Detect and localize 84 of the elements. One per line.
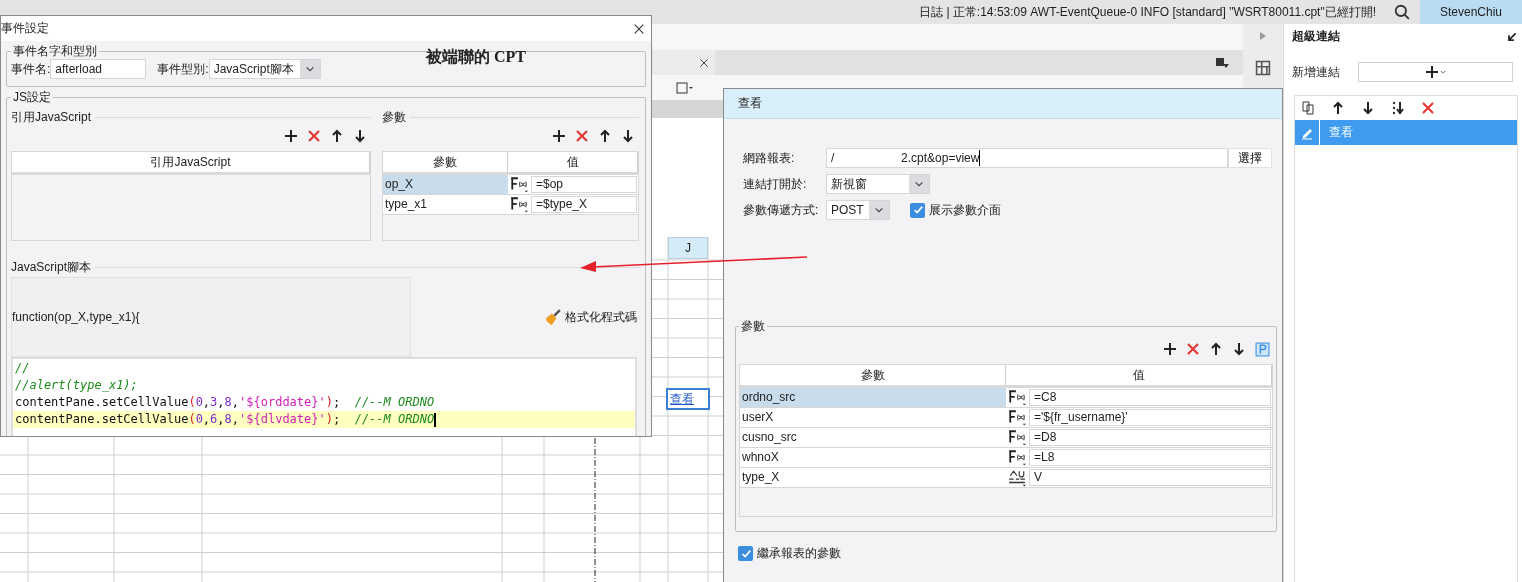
name-field[interactable]: afterload: [50, 59, 147, 79]
panel-title: 超級連結: [1292, 29, 1340, 44]
close-icon[interactable]: [699, 57, 709, 68]
parameter-value[interactable]: =$type_X: [531, 196, 637, 213]
checkbox[interactable]: [738, 546, 753, 561]
text-cursor: [434, 412, 437, 427]
group-title: 事件名字和型別: [12, 45, 98, 57]
parameter-value[interactable]: =C8: [1029, 389, 1271, 406]
type-select[interactable]: JavaScript腳本: [208, 59, 321, 79]
column-header: 參數: [433, 154, 457, 170]
move-up-icon[interactable]: [1331, 101, 1345, 115]
column-header: 值: [566, 154, 579, 170]
move-down-icon[interactable]: [621, 129, 635, 143]
add-icon[interactable]: [1163, 342, 1177, 356]
parameter-value[interactable]: ='${fr_username}': [1029, 409, 1271, 426]
add-icon: [1424, 65, 1439, 79]
column-header: 值: [1132, 367, 1145, 383]
code-editor[interactable]: // //alert(type_x1); contentPane.setCellValue(0,3,8,'${orddate}'); //--M ORDNO contentPane.setCellValue(0,6,8,'${dlvdate}'); //--M ORDNO: [11, 357, 637, 436]
choose-button[interactable]: 選擇: [1228, 148, 1272, 168]
text-cursor: [979, 150, 981, 166]
field-label: 連結打開於:: [743, 176, 808, 192]
check-icon: [911, 204, 924, 216]
dialog-title: 查看: [738, 96, 762, 111]
method-select[interactable]: POST: [826, 200, 890, 220]
move-down-icon[interactable]: [1232, 342, 1246, 356]
add-icon[interactable]: [284, 129, 298, 143]
move-up-icon[interactable]: [330, 129, 344, 143]
checkbox-label[interactable]: 展示參數介面: [929, 202, 1001, 218]
column-header: 引用JavaScript: [150, 154, 231, 170]
group-title: JS設定: [12, 91, 52, 103]
column-header[interactable]: J: [668, 237, 708, 259]
field-label: 事件名:: [11, 61, 51, 77]
border-icon[interactable]: [674, 80, 696, 95]
formula-icon[interactable]: [1008, 449, 1026, 467]
parameter-value[interactable]: =D8: [1029, 429, 1271, 446]
add-link-label: 新增連結: [1292, 64, 1340, 80]
formula-icon[interactable]: [510, 196, 528, 214]
delete-icon[interactable]: [307, 129, 321, 143]
formula-icon[interactable]: [510, 176, 528, 194]
formula-icon[interactable]: [1008, 409, 1026, 427]
formula-icon[interactable]: [1008, 389, 1026, 407]
parameter-name[interactable]: ordno_src: [740, 388, 1006, 407]
formula-icon[interactable]: [1008, 429, 1026, 447]
move-bottom-icon[interactable]: [1391, 101, 1405, 115]
field-label: 事件型別:: [157, 61, 209, 77]
broom-icon: [545, 309, 561, 325]
parameter-name[interactable]: op_X: [383, 175, 508, 194]
delete-icon[interactable]: [1186, 342, 1200, 356]
add-icon[interactable]: [552, 129, 566, 143]
user-name[interactable]: StevenChiu: [1420, 0, 1522, 24]
parameter-icon[interactable]: [1255, 341, 1270, 357]
dialog-title: 事件設定: [1, 21, 49, 36]
parameter-value[interactable]: V: [1029, 469, 1271, 486]
section-title: JavaScript腳本: [11, 259, 92, 275]
delete-icon[interactable]: [1421, 101, 1435, 115]
log-message: 日誌 | 正常:14:53:09 AWT-EventQueue-0 INFO [standard] "WSRT80011.cpt"已經打開!: [919, 4, 1376, 20]
parameter-value[interactable]: =L8: [1029, 449, 1271, 466]
search-icon[interactable]: [1394, 4, 1410, 20]
column-header: 參數: [860, 367, 885, 383]
section-title: 參數: [382, 109, 406, 125]
close-icon[interactable]: [633, 22, 645, 35]
open-select[interactable]: 新視窗: [826, 174, 930, 194]
move-down-icon[interactable]: [353, 129, 367, 143]
format-button[interactable]: 格式化程式碼: [545, 309, 637, 325]
text-type-icon[interactable]: [1008, 469, 1026, 487]
function-signature: function(op_X,type_x1){: [12, 309, 140, 325]
check-icon: [739, 547, 752, 560]
caret-icon: [1438, 68, 1447, 76]
group-title: 參數: [740, 320, 766, 332]
move-up-icon[interactable]: [598, 129, 612, 143]
grid-icon[interactable]: [1254, 59, 1272, 77]
annotation: 被端聯的 CPT: [426, 47, 526, 67]
parameter-value[interactable]: =$op: [531, 176, 637, 193]
move-up-icon[interactable]: [1209, 342, 1223, 356]
copy-icon[interactable]: [1301, 101, 1315, 115]
move-down-icon[interactable]: [1361, 101, 1375, 115]
delete-icon[interactable]: [575, 129, 589, 143]
section-title: 引用JavaScript: [11, 109, 92, 125]
checkbox[interactable]: [910, 202, 925, 218]
report-field[interactable]: / 2.cpt&op=view: [826, 148, 1228, 168]
cell-link[interactable]: 查看: [666, 388, 710, 410]
field-label: 參數傳遞方式:: [743, 202, 820, 218]
field-label: 網路報表:: [743, 150, 796, 166]
checkbox-label[interactable]: 繼承報表的參數: [757, 546, 841, 561]
